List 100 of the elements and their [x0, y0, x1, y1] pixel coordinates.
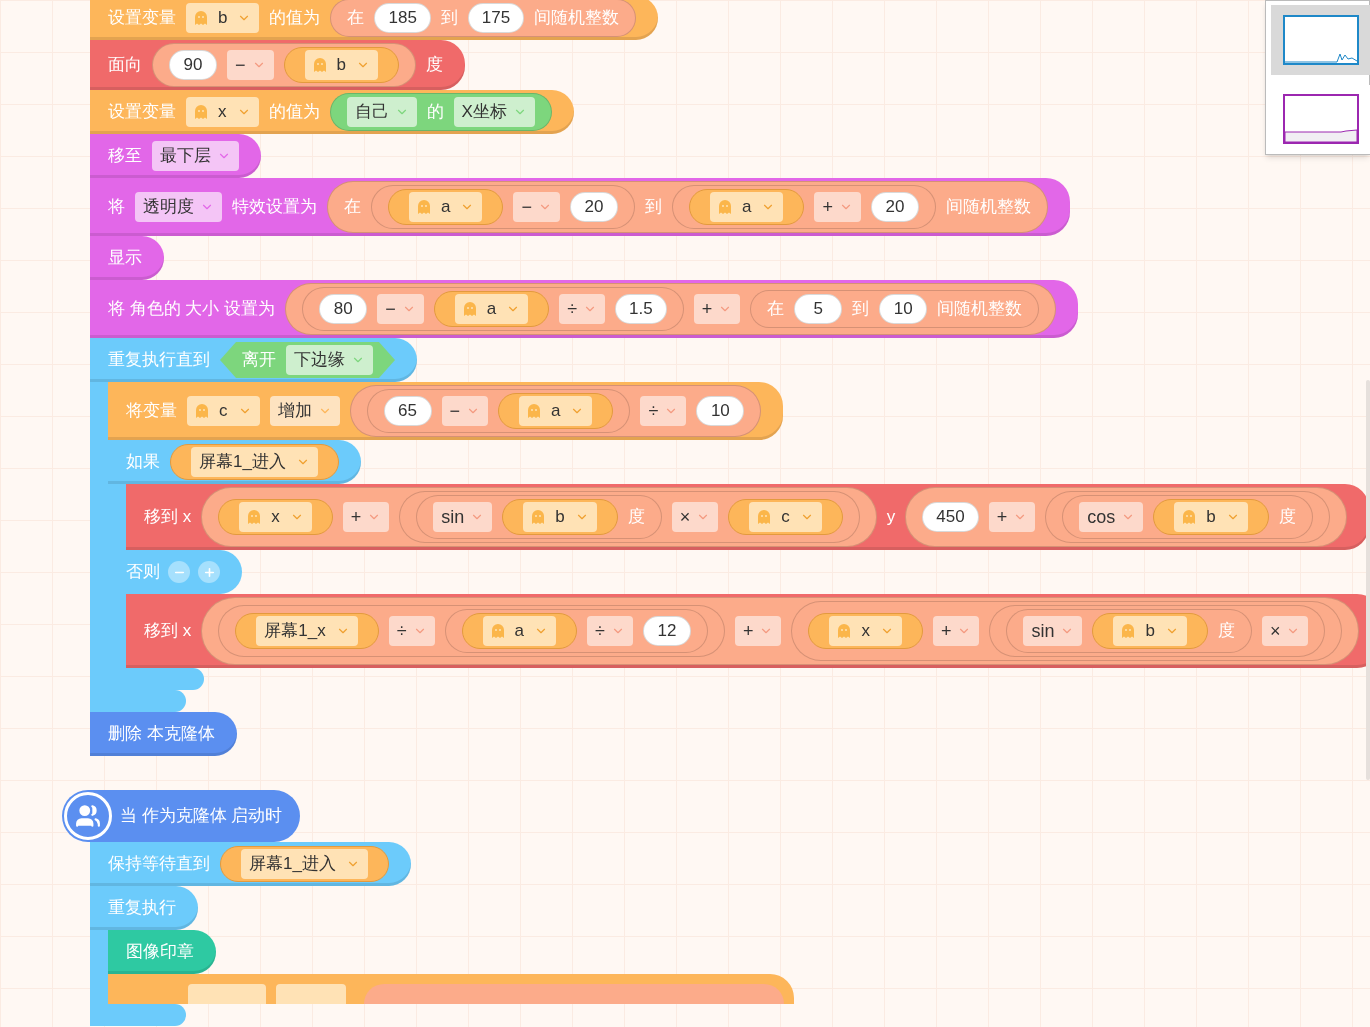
else-label: 否则	[126, 561, 160, 584]
block[interactable]: 面向 90 − b 度	[90, 40, 465, 90]
ghost-icon	[1121, 623, 1136, 639]
operator-dropdown[interactable]: −	[513, 192, 560, 222]
block-label: 到	[645, 196, 662, 219]
number-input[interactable]: 175	[467, 3, 525, 33]
operator-dropdown[interactable]: ÷	[559, 294, 606, 324]
number-input[interactable]: 1.5	[615, 294, 667, 324]
number-input[interactable]: 20	[570, 192, 618, 222]
dropdown[interactable]	[276, 984, 346, 1004]
operator-dropdown[interactable]: −	[377, 294, 424, 324]
number-input[interactable]: 80	[319, 294, 368, 324]
variable-dropdown[interactable]: a	[710, 192, 784, 222]
ghost-icon	[194, 10, 208, 26]
operator-dropdown[interactable]: sin	[433, 502, 493, 532]
number-input[interactable]: 10	[879, 294, 928, 324]
operator-dropdown[interactable]: +	[932, 616, 980, 646]
block-label: 特效设置为	[232, 196, 317, 219]
dropdown[interactable]: X坐标	[453, 97, 535, 127]
block[interactable]: 设置变量 x 的值为 自己 的 X坐标	[90, 90, 574, 134]
ghost-icon	[531, 509, 546, 525]
variable-dropdown[interactable]: a	[454, 294, 529, 324]
block-label: 间随机整数	[534, 7, 620, 30]
dropdown[interactable]: 自己	[346, 97, 417, 127]
number-input[interactable]: 5	[794, 294, 843, 324]
variable-dropdown[interactable]: x	[829, 616, 902, 646]
operator-dropdown[interactable]: ÷	[587, 616, 633, 646]
variable-dropdown[interactable]: x	[186, 97, 259, 127]
block[interactable]: 如果 屏幕1_进入	[108, 440, 361, 484]
ghost-icon	[462, 301, 477, 317]
variable-dropdown[interactable]: b	[186, 3, 260, 33]
dropdown[interactable]: 增加	[269, 396, 340, 426]
block[interactable]: 保持等待直到 屏幕1_进入	[90, 842, 411, 886]
variable-dropdown[interactable]: 屏幕1_x	[256, 616, 358, 646]
number-input[interactable]: 10	[696, 396, 745, 426]
variable-dropdown[interactable]: c	[749, 502, 822, 532]
operator-dropdown[interactable]: −	[227, 50, 274, 80]
operator-dropdown[interactable]: +	[988, 502, 1036, 532]
operator-dropdown[interactable]: +	[693, 294, 741, 324]
number-input[interactable]: 20	[870, 192, 919, 222]
operator-dropdown[interactable]: −	[441, 396, 488, 426]
number-input[interactable]: 65	[383, 396, 432, 426]
plus-button[interactable]	[198, 561, 220, 583]
variable-dropdown[interactable]: b	[304, 50, 378, 80]
block-label: 间随机整数	[937, 298, 1023, 321]
block-label: y	[886, 506, 896, 529]
number-input[interactable]: 90	[169, 50, 217, 80]
block[interactable]: 将 角色的 大小 设置为 80 − a ÷ 1.5 + 在 5 到 10 间随机整数	[90, 280, 1079, 338]
variable-dropdown[interactable]: 屏幕1_进入	[241, 849, 368, 879]
operator-dropdown[interactable]: cos	[1079, 502, 1144, 532]
variable-dropdown[interactable]: c	[187, 396, 260, 426]
block[interactable]: 将 透明度 特效设置为 在 a − 20 到 a + 20 间随机整数	[90, 178, 1070, 236]
block[interactable]: 移到 x x + sin b 度 × c y 450 + cos b 度	[126, 484, 1369, 550]
block-label: 在	[767, 298, 785, 321]
dropdown[interactable]: 下边缘	[286, 345, 373, 375]
block-label: 将	[108, 196, 125, 219]
variable-dropdown[interactable]: b	[523, 502, 597, 532]
operator-dropdown[interactable]: ×	[671, 502, 719, 532]
operator-dropdown[interactable]: sin	[1023, 616, 1083, 646]
block[interactable]: 将变量 c 增加 65 − a ÷ 10	[108, 382, 784, 440]
ghost-icon	[527, 403, 541, 419]
minimap-thumbnail[interactable]	[1271, 5, 1370, 75]
block-label: 度	[1217, 620, 1235, 643]
block-label: 间随机整数	[945, 196, 1031, 219]
clone-icon	[64, 792, 112, 840]
ghost-icon	[718, 199, 732, 215]
minus-button[interactable]	[168, 561, 190, 583]
block[interactable]	[108, 974, 794, 1004]
block-label: 删除 本克隆体	[108, 723, 215, 746]
variable-dropdown[interactable]: a	[409, 192, 483, 222]
dropdown[interactable]: 透明度	[135, 192, 222, 222]
number-input[interactable]: 12	[642, 616, 691, 646]
block-label: 在	[347, 7, 365, 30]
variable-dropdown[interactable]	[188, 984, 266, 1004]
variable-dropdown[interactable]: a	[482, 616, 556, 646]
block[interactable]: 移至 最下层	[90, 134, 261, 178]
dropdown[interactable]: 最下层	[152, 141, 239, 171]
operator-dropdown[interactable]: ÷	[640, 396, 687, 426]
variable-dropdown[interactable]: b	[1113, 616, 1187, 646]
block-label: 将变量	[126, 400, 177, 423]
number-input[interactable]: 450	[922, 502, 979, 532]
block-label: 显示	[108, 247, 142, 270]
operator-dropdown[interactable]: +	[342, 502, 390, 532]
operator-dropdown[interactable]: +	[734, 616, 782, 646]
number-input[interactable]: 185	[374, 3, 431, 33]
operator-dropdown[interactable]: +	[814, 192, 861, 222]
block-label: 当 作为克隆体 启动时	[120, 805, 283, 828]
block-label: 如果	[126, 451, 160, 474]
operator-dropdown[interactable]: ÷	[388, 616, 435, 646]
scrollbar[interactable]	[1366, 380, 1370, 780]
variable-dropdown[interactable]: 屏幕1_进入	[191, 447, 318, 477]
variable-dropdown[interactable]: a	[519, 396, 593, 426]
variable-dropdown[interactable]: x	[239, 502, 312, 532]
block-label: 度	[627, 506, 645, 529]
block-label: 到	[440, 7, 458, 30]
block[interactable]: 重复执行直到 离开 下边缘	[90, 338, 417, 382]
variable-dropdown[interactable]: b	[1174, 502, 1248, 532]
plus-icon	[202, 565, 216, 579]
operator-dropdown[interactable]: ×	[1261, 616, 1309, 646]
block[interactable]: 设置变量 b 的值为 在 185 到 175 间随机整数	[90, 0, 659, 40]
